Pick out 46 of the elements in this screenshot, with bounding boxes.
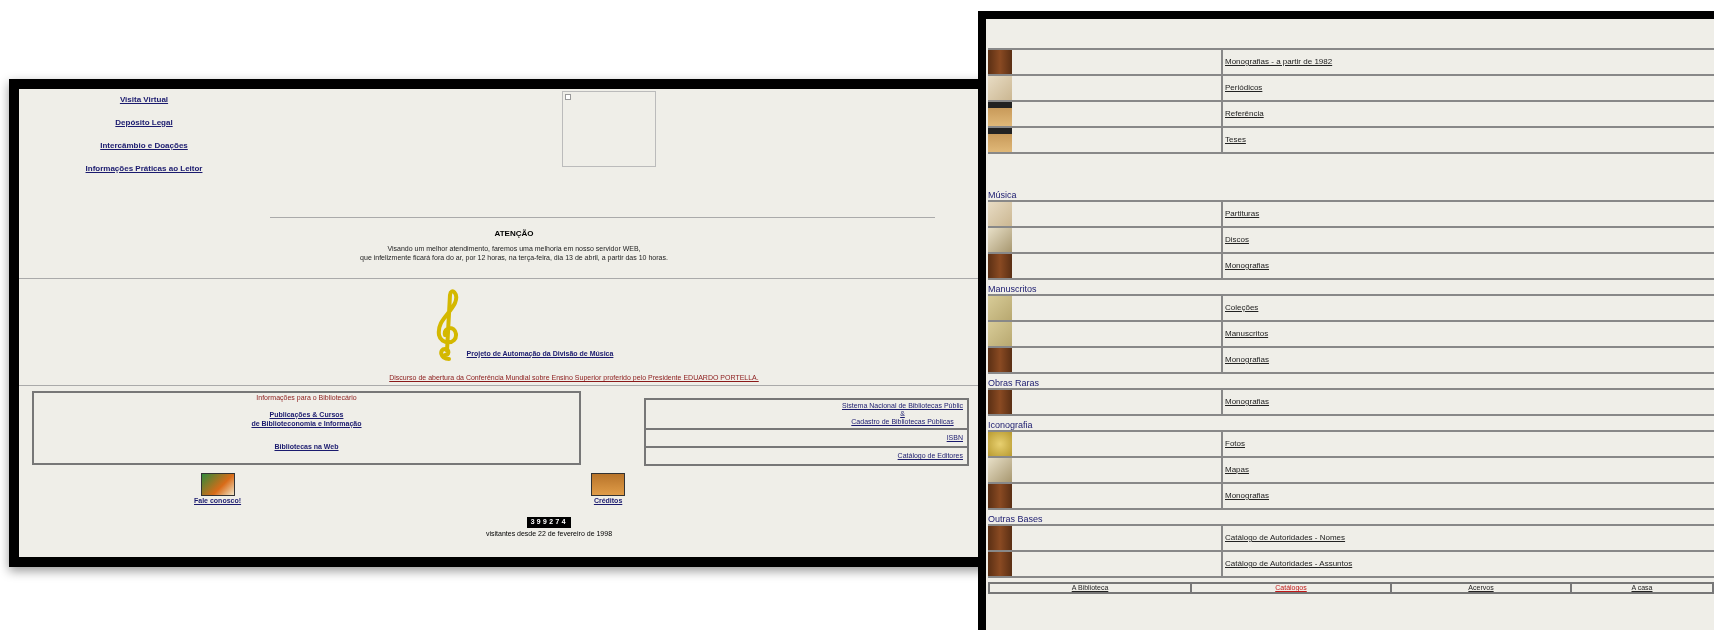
section-heading: Música [988,190,1018,200]
catalog-link[interactable]: Discos [1225,234,1249,246]
catalog-link[interactable]: Manuscritos [1225,328,1269,340]
catalog-link[interactable]: Teses [1225,134,1246,146]
thumbnail-photo [988,128,1012,152]
section-heading: Obras Raras [988,378,1041,388]
treble-clef-icon [434,289,461,361]
catalog-link[interactable]: Fotos [1225,438,1245,450]
logo-picture [591,473,626,496]
catalog-link[interactable]: Mapas [1225,464,1249,476]
thumbnail-photo [988,102,1012,126]
catalog-link[interactable]: Referência [1225,108,1264,120]
catalog-link[interactable]: Monografias [1225,260,1270,272]
thumbnail-photo [988,76,1012,100]
catalog-link[interactable]: Periódicos [1225,82,1263,94]
catalog-link[interactable]: Catálogo de Autoridades - Nomes [1225,532,1346,544]
nav-link[interactable]: Informações Práticas ao Leitor [85,163,203,175]
thumbnail-photo [988,228,1012,252]
thumbnail-photo [988,50,1012,74]
logo-picture [200,473,235,496]
catalog-link[interactable]: Monografias [1225,354,1270,366]
catalog-link[interactable]: Monografias [1225,396,1270,408]
thumbnail-photo [988,254,1012,278]
thumbnail-photo [988,322,1012,346]
nav-link[interactable]: Visita Virtual [119,94,169,106]
section-heading: Iconografia [988,420,1034,430]
thumbnail-photo [988,526,1012,550]
thumbnail-photo [988,296,1012,320]
catalog-link[interactable]: Partituras [1225,208,1260,220]
notice-title: ATENÇÃO [494,228,534,240]
catalog-link[interactable]: Monografias - a partir de 1982 [1225,56,1333,68]
thumbnail-photo [988,484,1012,508]
section-heading: Manuscritos [988,284,1038,294]
thumbnail-photo [988,202,1012,226]
nav-link[interactable]: Depósito Legal [115,117,173,129]
section-heading: Outras Bases [988,514,1044,524]
broken-image-icon [565,94,571,100]
thumbnail-photo [988,458,1012,482]
thumbnail-photo [988,348,1012,372]
catalog-link[interactable]: Catálogo de Autoridades - Assuntos [1225,558,1353,570]
nav-link[interactable]: Intercâmbio e Doações [100,140,188,152]
thumbnail-photo [988,432,1012,456]
thumbnail-photo [988,390,1012,414]
thumbnail-photo [988,552,1012,576]
catalog-link[interactable]: Monografias [1225,490,1270,502]
catalog-link[interactable]: Coleções [1225,302,1259,314]
